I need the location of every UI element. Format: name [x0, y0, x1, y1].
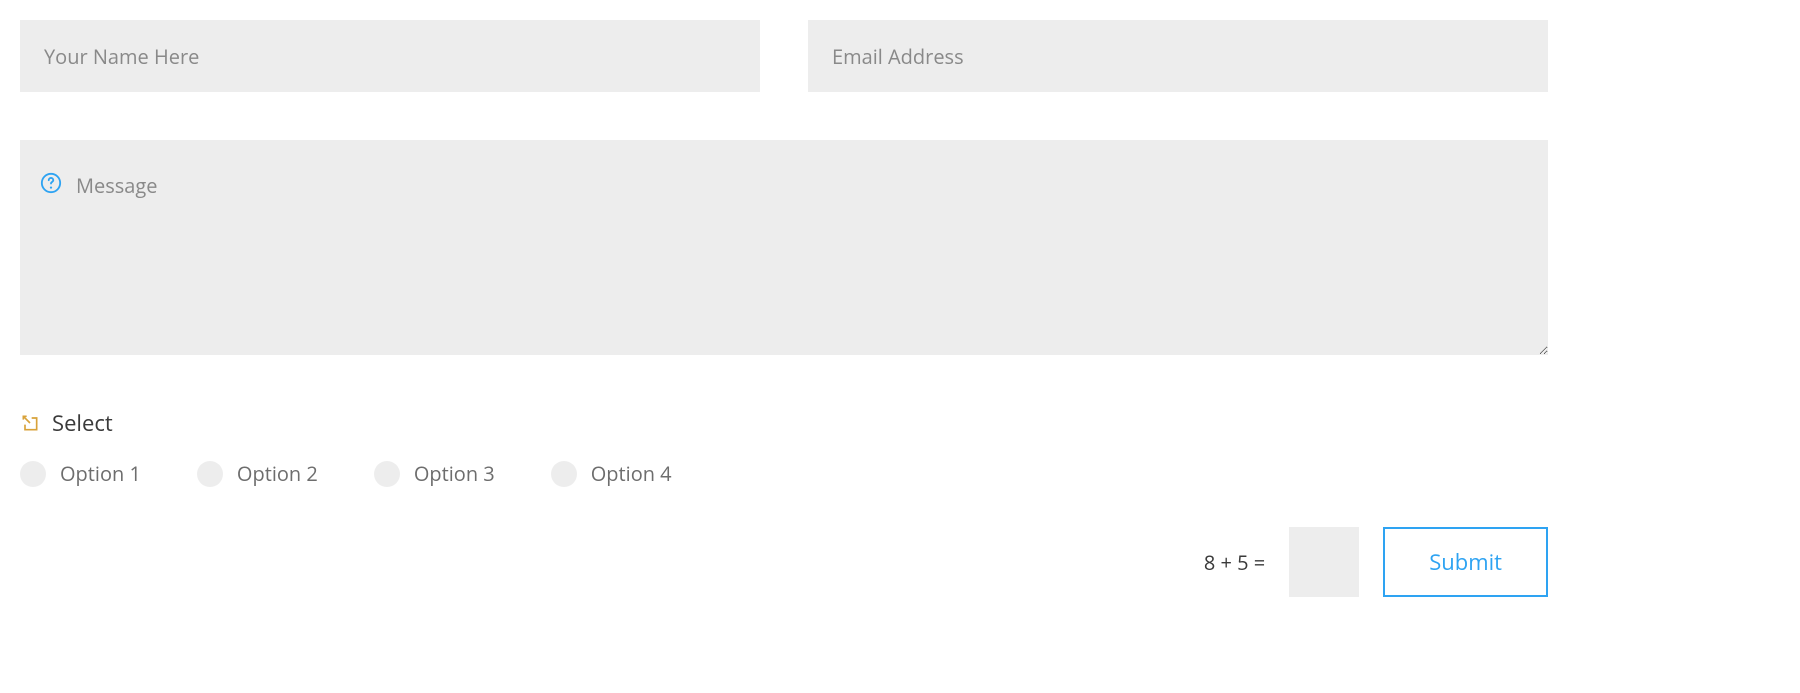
- arrow-into-box-icon: [20, 413, 40, 433]
- captcha-question: 8 + 5 =: [1204, 549, 1265, 576]
- form-footer: 8 + 5 = Submit: [20, 527, 1548, 597]
- captcha-input[interactable]: [1289, 527, 1359, 597]
- top-row: [20, 20, 1548, 92]
- message-textarea[interactable]: [20, 140, 1548, 355]
- radio-option-label: Option 1: [60, 460, 141, 487]
- radio-circle-icon: [20, 461, 46, 487]
- radio-option-2[interactable]: Option 2: [197, 460, 318, 487]
- contact-form: Select Option 1 Option 2 Option 3 Option…: [20, 20, 1548, 597]
- select-header: Select: [20, 408, 1548, 438]
- submit-button[interactable]: Submit: [1383, 527, 1548, 597]
- radio-group: Option 1 Option 2 Option 3 Option 4: [20, 460, 1548, 487]
- radio-circle-icon: [197, 461, 223, 487]
- message-wrap: [20, 140, 1548, 360]
- radio-option-label: Option 3: [414, 460, 495, 487]
- email-input[interactable]: [808, 20, 1548, 92]
- radio-option-3[interactable]: Option 3: [374, 460, 495, 487]
- radio-option-label: Option 2: [237, 460, 318, 487]
- radio-option-1[interactable]: Option 1: [20, 460, 141, 487]
- radio-circle-icon: [374, 461, 400, 487]
- name-input[interactable]: [20, 20, 760, 92]
- select-label: Select: [52, 408, 113, 438]
- radio-option-4[interactable]: Option 4: [551, 460, 672, 487]
- select-section: Select Option 1 Option 2 Option 3 Option…: [20, 408, 1548, 487]
- radio-option-label: Option 4: [591, 460, 672, 487]
- radio-circle-icon: [551, 461, 577, 487]
